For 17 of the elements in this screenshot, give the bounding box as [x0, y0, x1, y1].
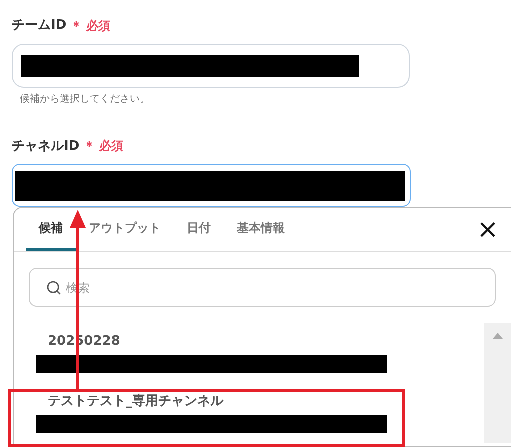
field-label: チャネルID [12, 138, 80, 156]
required-label: 必須 [86, 18, 111, 35]
scrollbar[interactable] [484, 323, 511, 443]
field-label: チームID [12, 17, 67, 35]
team-id-field[interactable] [12, 44, 410, 88]
dropdown-tab[interactable]: 基本情報 [224, 207, 298, 251]
required-mark: ＊ [84, 138, 96, 156]
channel-option[interactable]: テストテスト_専用チャンネル [14, 379, 484, 435]
required-label: 必須 [100, 138, 124, 156]
channel-id-field[interactable] [12, 164, 411, 207]
dropdown-tab[interactable]: アウトプット [76, 207, 174, 251]
required-mark: ＊ [70, 18, 83, 35]
close-button[interactable]: × [476, 216, 500, 244]
dropdown-tab[interactable]: 日付 [174, 207, 224, 251]
search-icon [46, 280, 62, 296]
hint-text: 候補から選択してください。 [20, 92, 151, 106]
option-label: テストテスト_専用チャンネル [48, 392, 225, 411]
